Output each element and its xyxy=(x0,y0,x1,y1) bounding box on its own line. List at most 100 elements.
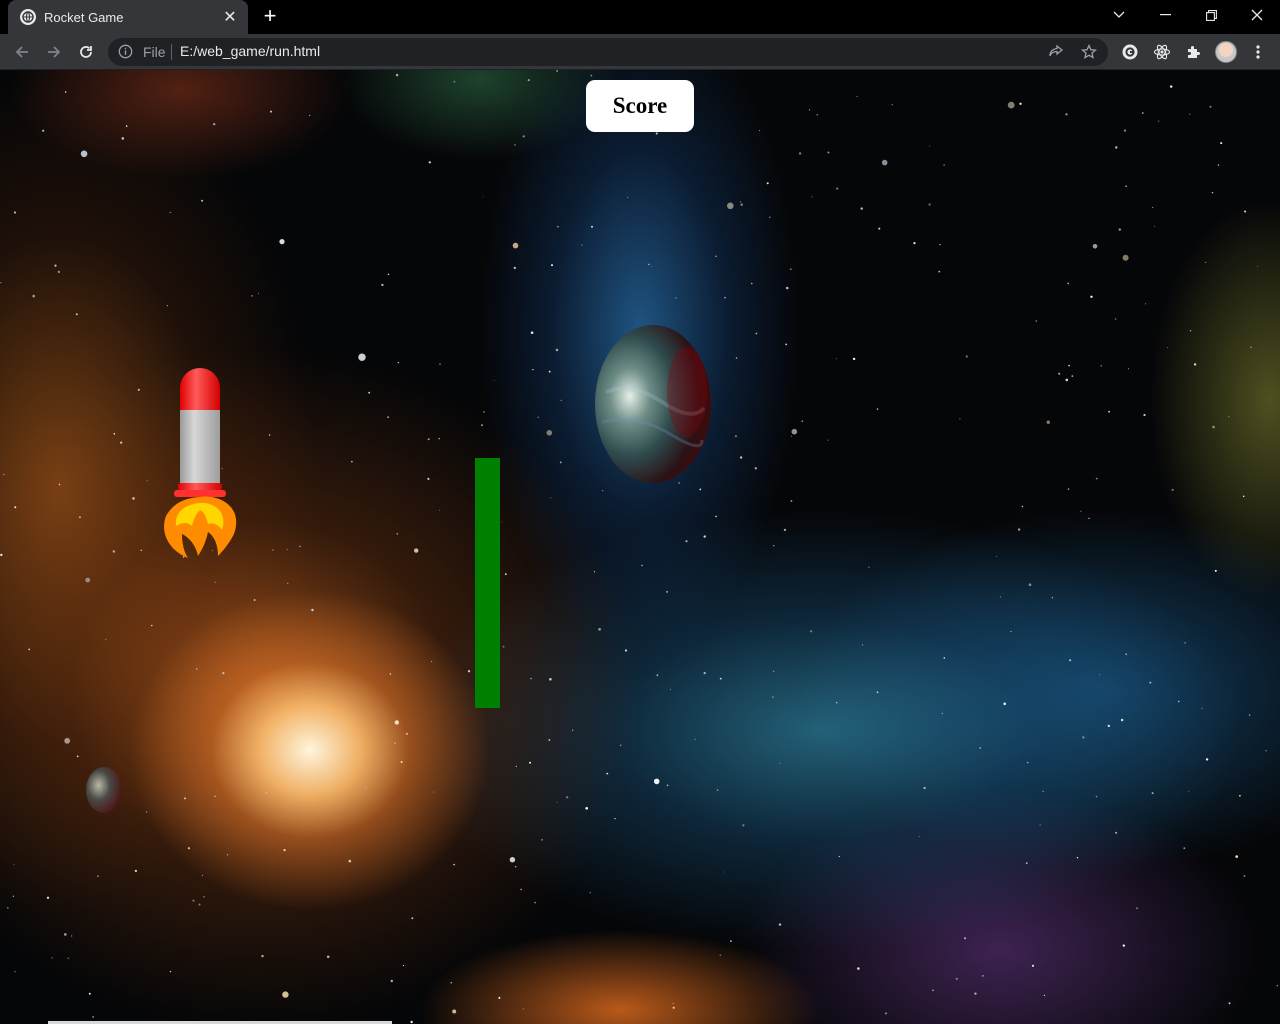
star xyxy=(723,871,724,873)
bookmark-star-icon[interactable] xyxy=(1080,43,1098,65)
minimize-icon xyxy=(1159,14,1171,16)
star xyxy=(381,283,384,287)
star xyxy=(51,957,53,959)
star xyxy=(546,430,553,436)
star xyxy=(1211,192,1214,194)
star xyxy=(785,286,789,290)
star xyxy=(201,199,204,202)
address-url[interactable]: E:/web_game/run.html xyxy=(180,43,320,59)
star xyxy=(166,305,168,307)
star xyxy=(816,114,818,116)
tab-title: Rocket Game xyxy=(44,9,124,25)
star xyxy=(1136,907,1138,910)
star xyxy=(105,638,107,641)
star xyxy=(885,1012,887,1015)
star xyxy=(1239,794,1241,797)
star xyxy=(299,545,301,548)
star xyxy=(427,438,430,441)
star xyxy=(1244,210,1247,213)
back-button[interactable] xyxy=(10,40,34,64)
green-obstacle-pipe xyxy=(475,458,500,708)
star xyxy=(827,439,829,441)
tab-search-button[interactable] xyxy=(1096,0,1142,30)
star xyxy=(730,940,732,942)
star xyxy=(789,268,792,270)
game-canvas[interactable]: Score xyxy=(0,70,1280,1024)
star xyxy=(502,645,505,648)
star xyxy=(556,801,558,803)
star xyxy=(1099,674,1100,676)
star xyxy=(120,441,123,444)
star xyxy=(64,933,67,936)
star xyxy=(1031,964,1035,967)
star xyxy=(740,203,743,206)
browser-tab[interactable]: Rocket Game ✕ xyxy=(8,0,248,34)
reload-button[interactable] xyxy=(74,40,98,64)
star xyxy=(943,164,945,166)
star xyxy=(556,70,558,72)
star xyxy=(891,104,893,106)
star xyxy=(1092,244,1098,249)
star xyxy=(783,528,787,531)
star xyxy=(431,661,433,663)
star xyxy=(537,416,539,418)
close-window-button[interactable] xyxy=(1234,0,1280,30)
star xyxy=(71,935,73,937)
star xyxy=(1019,102,1022,105)
star xyxy=(811,196,813,198)
star xyxy=(1118,228,1122,231)
star xyxy=(791,428,798,435)
star xyxy=(279,739,282,742)
star xyxy=(585,807,588,810)
share-icon[interactable] xyxy=(1048,44,1064,65)
star xyxy=(121,137,125,140)
profile-avatar[interactable] xyxy=(1215,41,1237,63)
new-tab-button[interactable]: + xyxy=(258,5,282,29)
star xyxy=(766,182,769,185)
star xyxy=(453,80,456,83)
reload-icon xyxy=(80,46,92,58)
star xyxy=(964,937,966,940)
star xyxy=(54,264,57,267)
star xyxy=(113,433,116,435)
star xyxy=(1217,164,1220,166)
star xyxy=(46,896,50,899)
star xyxy=(656,674,659,677)
address-bar[interactable]: File E:/web_game/run.html xyxy=(108,38,1108,66)
star xyxy=(428,161,431,164)
info-icon[interactable] xyxy=(118,44,133,64)
star xyxy=(169,970,172,973)
star xyxy=(572,729,574,731)
react-devtools-icon[interactable] xyxy=(1152,42,1172,62)
star xyxy=(439,363,441,365)
star xyxy=(996,556,998,558)
star xyxy=(75,313,78,316)
star xyxy=(12,895,14,897)
star xyxy=(1149,681,1152,684)
forward-button[interactable] xyxy=(42,40,66,64)
restore-button[interactable] xyxy=(1188,0,1234,30)
browser-toolbar: File E:/web_game/run.html xyxy=(0,34,1280,70)
star xyxy=(513,266,516,270)
star xyxy=(740,201,742,203)
star xyxy=(151,624,153,627)
star xyxy=(522,1008,524,1010)
star xyxy=(941,712,943,715)
star xyxy=(427,477,430,480)
star xyxy=(1125,653,1127,655)
star xyxy=(483,411,485,413)
star xyxy=(827,151,830,154)
star xyxy=(512,242,519,249)
star xyxy=(78,516,81,519)
more-menu-icon[interactable] xyxy=(1248,42,1268,62)
minimize-button[interactable] xyxy=(1142,0,1188,30)
tab-close-icon[interactable]: ✕ xyxy=(222,7,238,27)
star xyxy=(724,297,726,299)
star xyxy=(1107,724,1111,728)
star xyxy=(251,295,253,297)
star xyxy=(955,977,958,980)
extensions-puzzle-icon[interactable] xyxy=(1184,42,1204,62)
extension-g-icon[interactable] xyxy=(1120,42,1140,62)
star xyxy=(624,649,628,652)
star xyxy=(1242,495,1245,498)
